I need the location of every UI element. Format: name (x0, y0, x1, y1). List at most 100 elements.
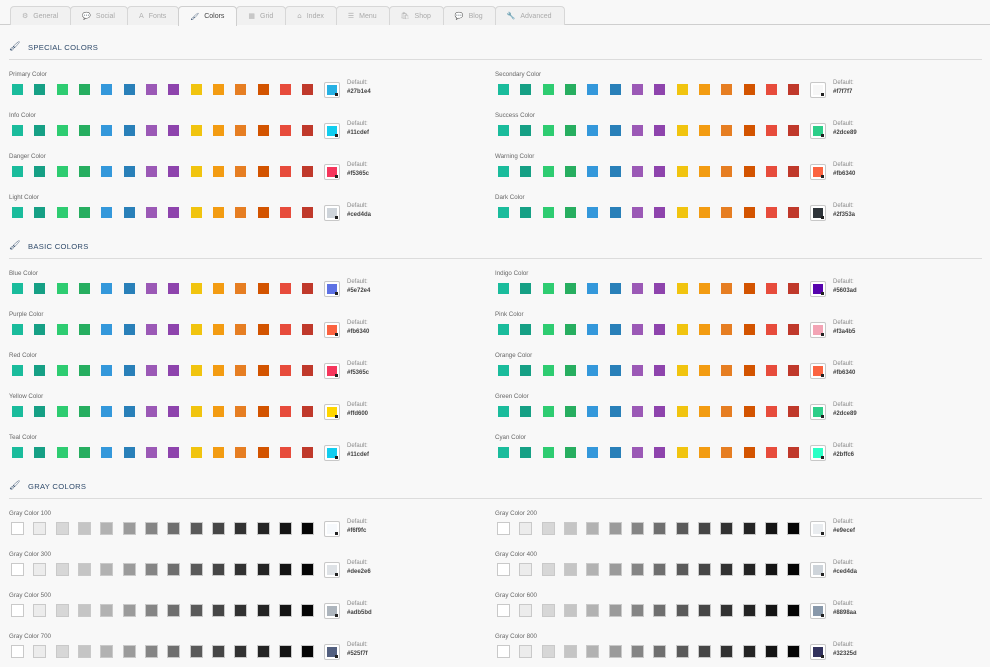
color-swatch[interactable] (587, 125, 599, 136)
color-swatch[interactable] (587, 324, 599, 335)
color-swatch[interactable] (56, 84, 68, 95)
color-swatch[interactable] (564, 522, 578, 535)
current-color-button[interactable] (324, 82, 340, 98)
color-swatch[interactable] (168, 324, 180, 335)
color-swatch[interactable] (280, 406, 292, 417)
color-swatch[interactable] (280, 283, 292, 294)
color-swatch[interactable] (608, 604, 622, 617)
current-color-button[interactable] (810, 164, 826, 180)
color-swatch[interactable] (765, 563, 779, 576)
color-swatch[interactable] (280, 207, 292, 218)
color-swatch[interactable] (123, 84, 135, 95)
color-swatch[interactable] (234, 522, 248, 535)
color-swatch[interactable] (302, 365, 314, 376)
color-swatch[interactable] (608, 645, 622, 658)
color-swatch[interactable] (12, 406, 23, 417)
color-swatch[interactable] (56, 283, 68, 294)
color-swatch[interactable] (33, 563, 47, 576)
color-swatch[interactable] (631, 522, 645, 535)
color-swatch[interactable] (699, 447, 711, 458)
color-swatch[interactable] (676, 406, 688, 417)
color-swatch[interactable] (56, 207, 68, 218)
color-swatch[interactable] (34, 365, 46, 376)
color-swatch[interactable] (213, 365, 225, 376)
color-swatch[interactable] (279, 604, 293, 617)
color-swatch[interactable] (653, 563, 667, 576)
current-color-button[interactable] (324, 521, 340, 537)
color-swatch[interactable] (78, 604, 92, 617)
color-swatch[interactable] (609, 283, 621, 294)
color-swatch[interactable] (257, 283, 269, 294)
color-swatch[interactable] (101, 166, 113, 177)
color-swatch[interactable] (213, 406, 225, 417)
color-swatch[interactable] (541, 604, 555, 617)
color-swatch[interactable] (676, 324, 688, 335)
color-swatch[interactable] (743, 283, 755, 294)
tab-advanced[interactable]: 🔧 Advanced (494, 6, 565, 25)
color-swatch[interactable] (675, 604, 689, 617)
color-swatch[interactable] (788, 406, 800, 417)
color-swatch[interactable] (632, 324, 644, 335)
color-swatch[interactable] (302, 324, 314, 335)
color-swatch[interactable] (654, 207, 666, 218)
color-swatch[interactable] (632, 365, 644, 376)
color-swatch[interactable] (190, 84, 202, 95)
color-swatch[interactable] (765, 604, 779, 617)
color-swatch[interactable] (541, 522, 555, 535)
color-swatch[interactable] (190, 406, 202, 417)
color-swatch[interactable] (788, 447, 800, 458)
color-swatch[interactable] (519, 604, 533, 617)
color-swatch[interactable] (742, 522, 756, 535)
color-swatch[interactable] (213, 207, 225, 218)
color-swatch[interactable] (302, 125, 314, 136)
color-swatch[interactable] (520, 283, 532, 294)
color-swatch[interactable] (55, 563, 69, 576)
color-swatch[interactable] (34, 84, 46, 95)
tab-menu[interactable]: ☰ Menu (335, 6, 390, 25)
color-swatch[interactable] (788, 324, 800, 335)
color-swatch[interactable] (520, 84, 532, 95)
color-swatch[interactable] (12, 365, 23, 376)
color-swatch[interactable] (699, 324, 711, 335)
color-swatch[interactable] (168, 447, 180, 458)
color-swatch[interactable] (565, 365, 577, 376)
color-swatch[interactable] (632, 84, 644, 95)
color-swatch[interactable] (34, 166, 46, 177)
color-swatch[interactable] (498, 365, 509, 376)
color-swatch[interactable] (519, 645, 533, 658)
color-swatch[interactable] (497, 563, 510, 576)
color-swatch[interactable] (168, 365, 180, 376)
color-swatch[interactable] (766, 283, 778, 294)
color-swatch[interactable] (653, 604, 667, 617)
color-swatch[interactable] (498, 324, 509, 335)
current-color-button[interactable] (810, 644, 826, 660)
color-swatch[interactable] (101, 406, 113, 417)
color-swatch[interactable] (720, 522, 734, 535)
current-color-button[interactable] (810, 603, 826, 619)
color-swatch[interactable] (766, 207, 778, 218)
color-swatch[interactable] (587, 283, 599, 294)
color-swatch[interactable] (257, 207, 269, 218)
color-swatch[interactable] (565, 447, 577, 458)
color-swatch[interactable] (654, 125, 666, 136)
color-swatch[interactable] (542, 324, 554, 335)
color-swatch[interactable] (235, 283, 247, 294)
color-swatch[interactable] (167, 645, 181, 658)
color-swatch[interactable] (587, 447, 599, 458)
color-swatch[interactable] (542, 283, 554, 294)
color-swatch[interactable] (168, 125, 180, 136)
color-swatch[interactable] (101, 125, 113, 136)
color-swatch[interactable] (167, 604, 181, 617)
color-swatch[interactable] (12, 84, 23, 95)
color-swatch[interactable] (280, 84, 292, 95)
color-swatch[interactable] (168, 283, 180, 294)
current-color-button[interactable] (324, 363, 340, 379)
color-swatch[interactable] (698, 563, 712, 576)
color-swatch[interactable] (609, 84, 621, 95)
color-swatch[interactable] (279, 563, 293, 576)
color-swatch[interactable] (79, 207, 91, 218)
color-swatch[interactable] (100, 563, 114, 576)
current-color-button[interactable] (810, 562, 826, 578)
color-swatch[interactable] (79, 84, 91, 95)
color-swatch[interactable] (190, 365, 202, 376)
